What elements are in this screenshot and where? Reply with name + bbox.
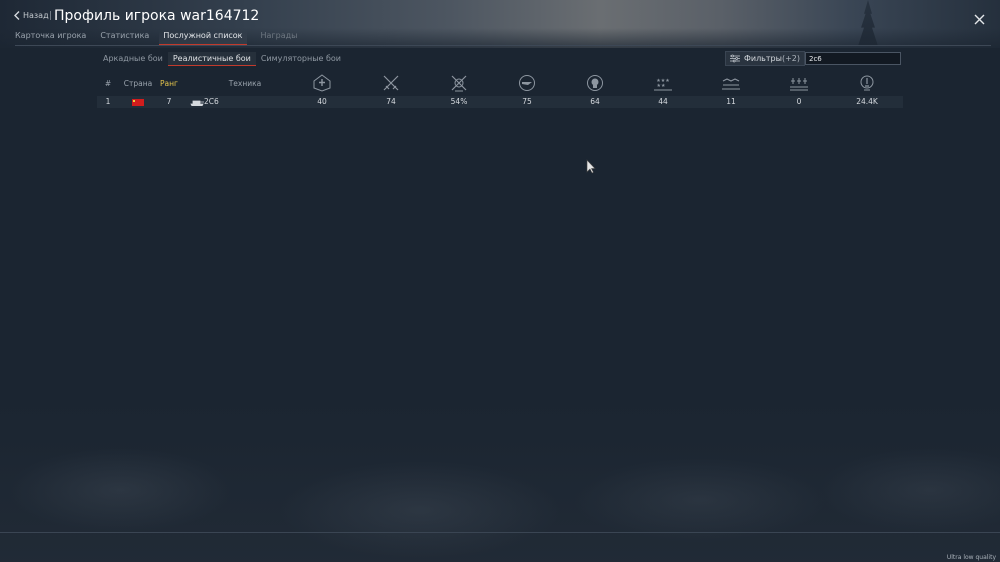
filters-count: (+2) — [781, 54, 800, 63]
close-button[interactable] — [974, 10, 985, 29]
filters-label: Фильтры — [743, 54, 782, 63]
deaths-icon[interactable] — [789, 74, 809, 92]
svg-text:★★: ★★ — [657, 83, 666, 89]
column-rank[interactable]: Ранг — [157, 72, 181, 94]
filters-button[interactable]: Фильтры (+2) — [725, 51, 805, 66]
column-country[interactable]: Страна — [121, 72, 155, 94]
destroyed-icon[interactable] — [585, 74, 605, 92]
game-mode-tabs: Аркадные бои Реалистичные бои Симуляторн… — [98, 52, 346, 66]
back-label: Назад — [23, 11, 49, 20]
back-button[interactable]: Назад — [14, 11, 49, 20]
row-stat-naval-targets: 11 — [726, 97, 736, 106]
ground-targets-icon[interactable]: ★★★ ★★ — [653, 74, 673, 92]
sliders-icon — [730, 54, 740, 63]
china-flag-icon — [132, 99, 144, 106]
row-number: 1 — [105, 97, 111, 106]
column-number[interactable]: # — [103, 72, 113, 94]
row-stat-research-points: 24.4K — [856, 97, 878, 106]
mode-realistic[interactable]: Реалистичные бои — [167, 52, 256, 66]
row-stat-destroyed: 64 — [590, 97, 600, 106]
row-vehicle-name: 2С6 — [204, 97, 219, 106]
row-stat-ground-targets: 44 — [658, 97, 668, 106]
mode-arcade[interactable]: Аркадные бои — [98, 52, 168, 65]
row-stat-victories: 74 — [386, 97, 396, 106]
table-header: # Страна Ранг Техника ★★★ ★★ — [97, 72, 903, 94]
mode-simulator[interactable]: Симуляторные бои — [256, 52, 346, 65]
tank-icon — [190, 100, 204, 106]
row-stat-win-rate: 54% — [450, 97, 468, 106]
tabs-divider — [15, 45, 991, 46]
quality-label: Ultra low quality — [946, 554, 996, 561]
tab-statistics[interactable]: Статистика — [100, 31, 149, 44]
tab-service-record[interactable]: Послужной список — [159, 31, 247, 45]
page-title: Профиль игрока war164712 — [54, 8, 260, 24]
mouse-cursor-icon — [586, 159, 596, 174]
chevron-left-icon — [14, 11, 20, 20]
tab-player-card[interactable]: Карточка игрока — [15, 31, 86, 44]
naval-targets-icon[interactable] — [721, 74, 741, 92]
profile-tabs: Карточка игрока Статистика Послужной спи… — [15, 31, 311, 45]
air-targets-icon[interactable] — [517, 74, 537, 92]
vehicle-search-input[interactable] — [805, 52, 901, 65]
research-points-icon[interactable] — [857, 74, 877, 92]
table-row[interactable]: 1 7 2С6 40 74 54% 75 64 44 11 0 24.4K — [97, 96, 903, 108]
battles-icon[interactable] — [312, 74, 332, 92]
row-stat-deaths: 0 — [796, 97, 802, 106]
row-rank: 7 — [166, 97, 172, 106]
victories-icon[interactable] — [381, 74, 401, 92]
row-stat-battles: 40 — [317, 97, 327, 106]
fog-background — [0, 400, 1000, 562]
footer-divider — [0, 532, 1000, 533]
row-stat-air-targets: 75 — [522, 97, 532, 106]
column-vehicle[interactable]: Техника — [227, 72, 263, 94]
title-separator: | — [49, 11, 53, 21]
tab-awards[interactable]: Награды — [261, 31, 298, 44]
close-icon — [974, 14, 985, 25]
win-rate-icon[interactable] — [449, 74, 469, 92]
